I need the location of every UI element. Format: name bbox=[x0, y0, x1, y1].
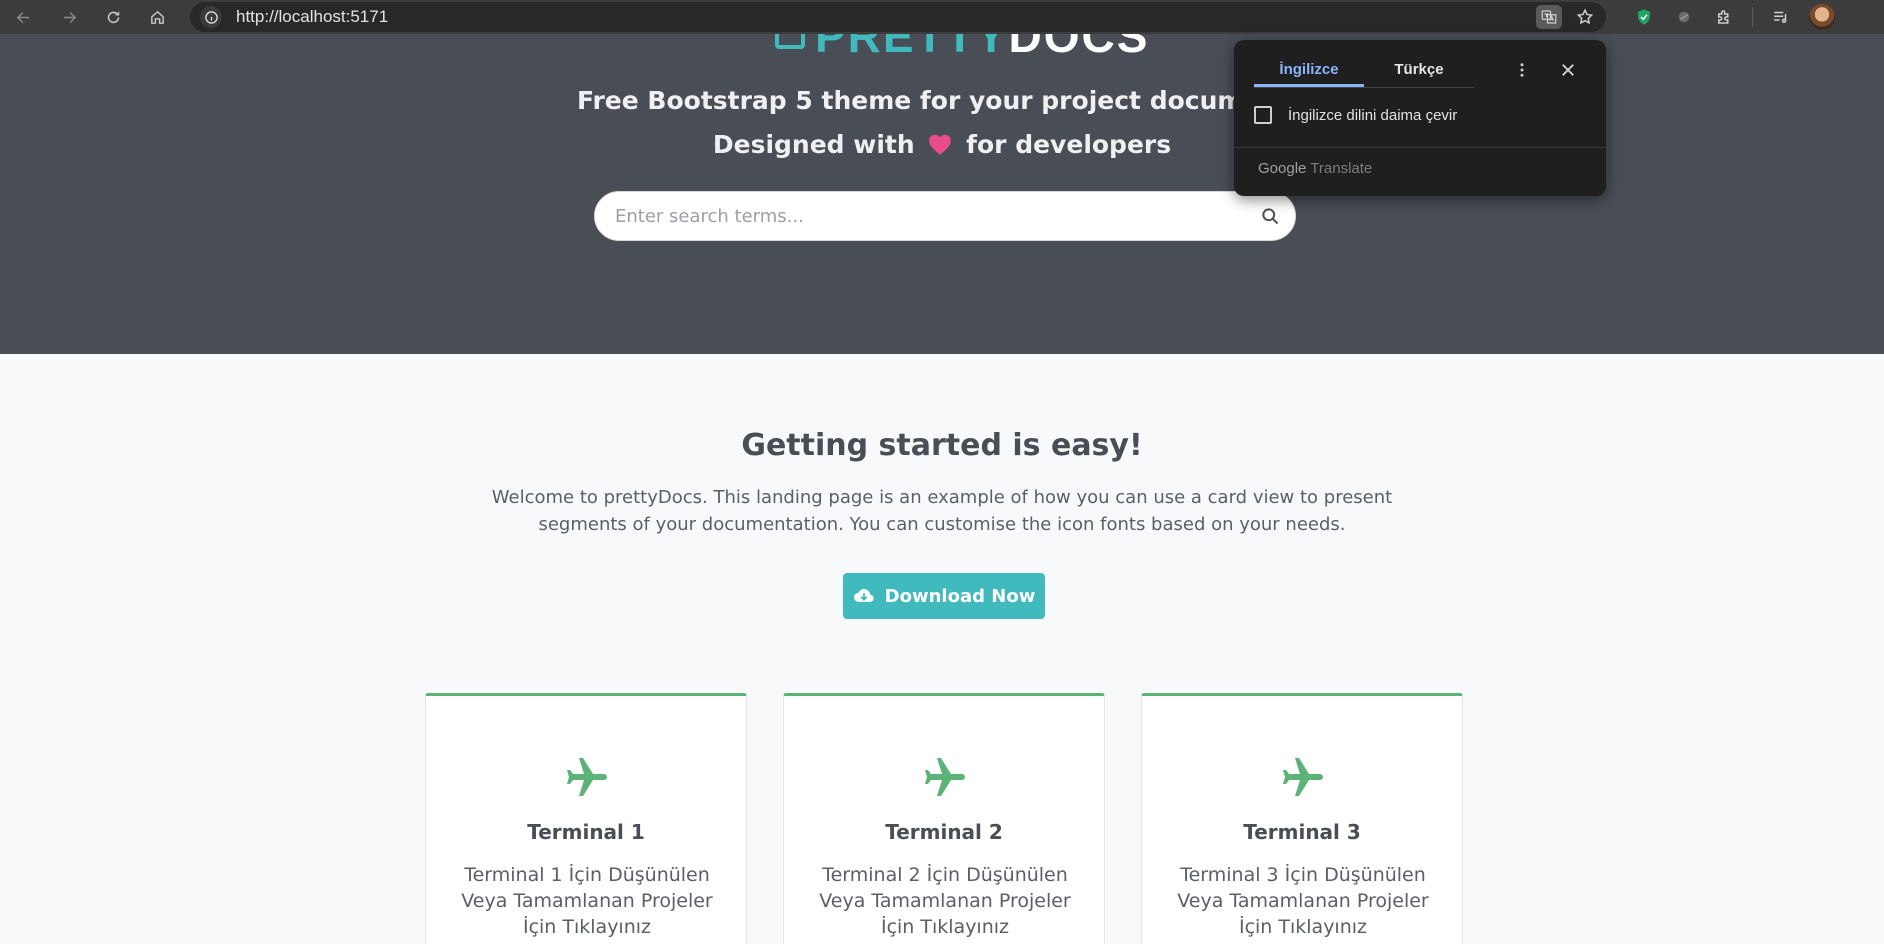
google-translate-branding: Google Translate bbox=[1258, 160, 1372, 177]
translate-language-tabs: İngilizce Türkçe bbox=[1254, 52, 1474, 88]
always-translate-checkbox[interactable] bbox=[1254, 106, 1272, 124]
translate-popup: İngilizce Türkçe İngilizce dilini daima … bbox=[1234, 40, 1606, 196]
logo-book-icon bbox=[775, 34, 805, 49]
popup-divider bbox=[1234, 147, 1606, 148]
search-input[interactable] bbox=[595, 205, 1245, 227]
toolbar-separator bbox=[1752, 7, 1753, 27]
card-title: Terminal 2 bbox=[885, 820, 1003, 844]
cloud-download-icon bbox=[853, 589, 874, 602]
close-icon[interactable] bbox=[1556, 56, 1580, 84]
always-translate-label[interactable]: İngilizce dilini daima çevir bbox=[1288, 107, 1457, 124]
designed-suffix: for developers bbox=[966, 130, 1172, 159]
profile-avatar[interactable] bbox=[1809, 4, 1835, 30]
translate-wordmark: Translate bbox=[1310, 160, 1373, 177]
info-icon[interactable] bbox=[200, 6, 222, 28]
more-options-icon[interactable] bbox=[1510, 56, 1534, 84]
card-text: Terminal 3 İçin Düşünülen Veya Tamamlana… bbox=[1177, 864, 1429, 938]
logo-docs-text: DOCS bbox=[1008, 34, 1150, 62]
card-terminal-3[interactable]: Terminal 3 Terminal 3 İçin Düşünülen Vey… bbox=[1141, 693, 1463, 944]
airplane-icon bbox=[1283, 758, 1323, 796]
search-box bbox=[594, 191, 1296, 241]
card-terminal-1[interactable]: Terminal 1 Terminal 1 İçin Düşünülen Vey… bbox=[425, 693, 747, 944]
card-title: Terminal 3 bbox=[1243, 820, 1361, 844]
media-control-icon[interactable] bbox=[1769, 5, 1793, 29]
site-logo[interactable]: PRETTY DOCS bbox=[775, 34, 1149, 62]
download-label: Download Now bbox=[884, 585, 1036, 607]
download-button[interactable]: Download Now bbox=[843, 573, 1045, 619]
airplane-icon bbox=[567, 758, 607, 796]
tab-source-language[interactable]: İngilizce bbox=[1254, 52, 1364, 87]
back-arrow-icon[interactable] bbox=[6, 0, 40, 34]
home-icon[interactable] bbox=[140, 0, 174, 34]
logo-pretty-text: PRETTY bbox=[815, 34, 1009, 62]
search-icon[interactable] bbox=[1245, 191, 1295, 241]
tab-target-language[interactable]: Türkçe bbox=[1364, 52, 1474, 87]
forward-arrow-icon[interactable] bbox=[52, 0, 86, 34]
card-text: Terminal 1 İçin Düşünülen Veya Tamamlana… bbox=[461, 864, 713, 938]
puzzle-icon[interactable] bbox=[1712, 5, 1736, 29]
card-text: Terminal 2 İçin Düşünülen Veya Tamamlana… bbox=[819, 864, 1071, 938]
section-intro: Welcome to prettyDocs. This landing page… bbox=[491, 487, 1393, 535]
card-title: Terminal 1 bbox=[527, 820, 645, 844]
section-title: Getting started is easy! bbox=[741, 428, 1143, 463]
address-bar[interactable]: http://localhost:5171 bbox=[190, 2, 1606, 32]
always-translate-option[interactable]: İngilizce dilini daima çevir bbox=[1254, 106, 1457, 124]
extension-icon[interactable] bbox=[1672, 5, 1696, 29]
shield-icon[interactable] bbox=[1632, 5, 1656, 29]
google-wordmark: Google bbox=[1258, 160, 1307, 177]
browser-toolbar: http://localhost:5171 bbox=[0, 0, 1884, 34]
airplane-icon bbox=[925, 758, 965, 796]
card-terminal-2[interactable]: Terminal 2 Terminal 2 İçin Düşünülen Vey… bbox=[783, 693, 1105, 944]
translate-icon[interactable] bbox=[1536, 5, 1562, 29]
reload-icon[interactable] bbox=[96, 0, 130, 34]
star-icon[interactable] bbox=[1572, 5, 1598, 29]
heart-icon bbox=[929, 134, 952, 155]
url-text[interactable]: http://localhost:5171 bbox=[236, 7, 388, 27]
designed-prefix: Designed with bbox=[712, 130, 915, 159]
